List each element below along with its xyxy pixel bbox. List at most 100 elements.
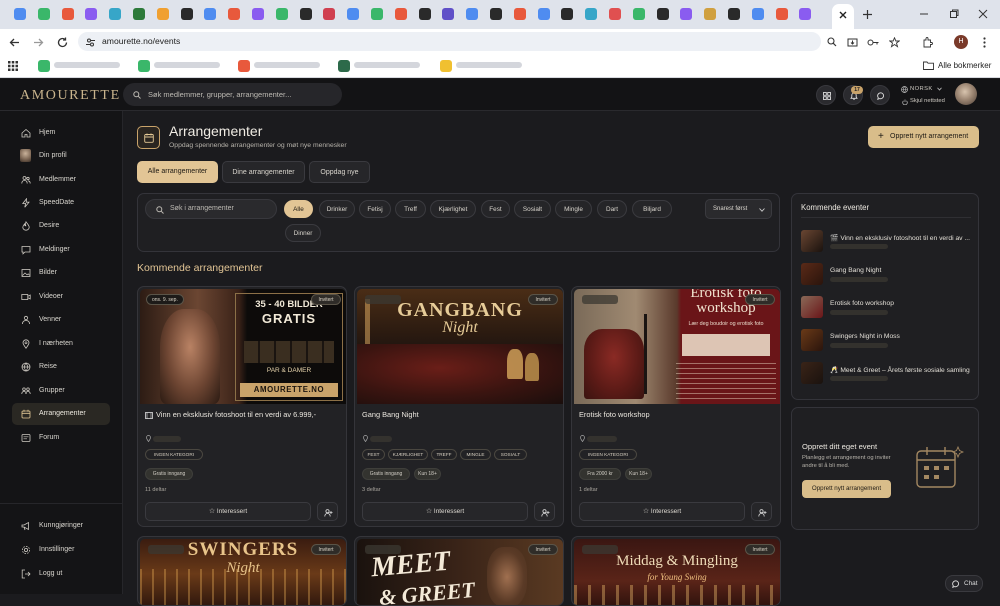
filter-chip[interactable]: Alle — [284, 200, 313, 218]
browser-menu-icon[interactable] — [980, 36, 988, 48]
event-card[interactable]: Erotisk foto workshop Lær deg boudoir og… — [571, 286, 781, 527]
chevron-down-icon[interactable] — [936, 86, 942, 92]
tab-favicon[interactable] — [561, 8, 574, 20]
apps-button[interactable] — [816, 85, 836, 105]
tab-favicon[interactable] — [371, 8, 383, 20]
tab-favicon[interactable] — [133, 8, 145, 20]
invite-user-button[interactable] — [317, 502, 338, 521]
tab-favicon[interactable] — [61, 8, 74, 20]
filter-chip[interactable]: Treff — [395, 200, 426, 218]
sidebar-item[interactable]: Videoer — [12, 286, 110, 308]
filter-chip[interactable]: Drinker — [319, 200, 355, 218]
apps-grid-icon[interactable] — [7, 60, 18, 71]
tab-favicon[interactable] — [799, 8, 812, 20]
tab-favicon[interactable] — [513, 8, 526, 20]
sidebar-item[interactable]: Arrangementer — [12, 403, 110, 425]
tab-favicon[interactable] — [109, 8, 122, 20]
reload-icon[interactable] — [56, 36, 68, 48]
sidebar-item[interactable]: Reise — [12, 356, 110, 378]
tab-my-events[interactable]: Dine arrangementer — [222, 161, 305, 183]
tab-favicon[interactable] — [466, 8, 479, 20]
upcoming-event-item[interactable]: 🥂 Meet & Greet – Årets første sosiale sam… — [801, 362, 971, 384]
sidebar-bottom-item[interactable]: Kunngjøringer — [12, 515, 110, 537]
tab-favicon[interactable] — [632, 8, 645, 20]
event-title[interactable]: Vinn en eksklusiv fotoshoot til en verdi… — [156, 410, 316, 419]
tab-favicon[interactable] — [275, 8, 288, 20]
tab-favicon[interactable] — [775, 8, 788, 20]
create-panel-button[interactable]: Opprett nytt arrangement — [802, 480, 891, 498]
filter-chip[interactable]: Mingle — [555, 200, 592, 218]
tab-favicon[interactable] — [609, 8, 621, 20]
upcoming-event-item[interactable]: Erotisk foto workshop — [801, 296, 971, 318]
sidebar-bottom-item[interactable]: Logg ut — [12, 563, 110, 585]
sidebar-item[interactable]: Hjem — [12, 122, 110, 144]
bookmark-favicon[interactable] — [338, 60, 350, 72]
sort-select[interactable]: Snarest først — [705, 199, 772, 219]
sidebar-item[interactable]: Din profil — [12, 145, 110, 167]
filter-chip[interactable]: Biljard — [632, 200, 672, 218]
extensions-icon[interactable] — [921, 36, 933, 48]
tab-favicon[interactable] — [394, 8, 407, 20]
tab-favicon[interactable] — [680, 8, 693, 20]
sidebar-item[interactable]: Bilder — [12, 262, 110, 284]
global-search-input[interactable]: Søk medlemmer, grupper, arrangementer... — [123, 83, 342, 106]
tab-all-events[interactable]: Alle arrangementer — [137, 161, 218, 183]
event-card[interactable]: 35 - 40 BILDER GRATIS PAR & DAMER AMOURE… — [137, 286, 347, 527]
invite-user-button[interactable] — [751, 502, 772, 521]
tab-favicon[interactable] — [656, 8, 669, 20]
interested-button[interactable]: ☆ Interessert — [145, 502, 311, 521]
upcoming-event-item[interactable]: Gang Bang Night — [801, 263, 971, 285]
tab-favicon[interactable] — [751, 8, 764, 20]
filter-chip[interactable]: Kjærlighet — [430, 200, 476, 218]
chat-button[interactable]: Chat — [945, 575, 983, 592]
interested-button[interactable]: ☆ Interessert — [579, 502, 745, 521]
restore-icon[interactable] — [948, 9, 960, 19]
all-bookmarks-label[interactable]: Alle bokmerker — [938, 61, 991, 70]
upcoming-event-item[interactable]: 🎬 Vinn en eksklusiv fotoshoot til en verd… — [801, 230, 971, 252]
bookmark-redacted-label[interactable] — [254, 62, 320, 68]
user-avatar[interactable] — [955, 83, 977, 105]
sidebar-item[interactable]: I nærheten — [12, 333, 110, 355]
tab-favicon[interactable] — [156, 8, 169, 20]
minimize-icon[interactable] — [918, 9, 930, 19]
tab-favicon[interactable] — [323, 8, 336, 20]
bookmark-favicon[interactable] — [440, 60, 452, 72]
tab-favicon[interactable] — [418, 8, 431, 20]
bookmark-redacted-label[interactable] — [456, 62, 522, 68]
upcoming-event-item[interactable]: Swingers Night in Moss — [801, 329, 971, 351]
tab-favicon[interactable] — [442, 8, 455, 20]
filter-chip[interactable]: Dinner — [285, 224, 321, 242]
logo[interactable]: AMOURETTE — [20, 88, 121, 104]
tab-favicon[interactable] — [537, 8, 550, 20]
filter-chip[interactable]: Fetisj — [359, 200, 391, 218]
new-tab-icon[interactable] — [862, 9, 872, 19]
sidebar-item[interactable]: Medlemmer — [12, 169, 110, 191]
bookmark-favicon[interactable] — [138, 60, 150, 72]
event-card[interactable]: SWINGERS Night Invitert — [137, 536, 347, 606]
hide-site-link[interactable]: Skjul nettsted — [910, 98, 945, 104]
url-field[interactable]: amourette.no/events — [78, 32, 836, 51]
invite-user-button[interactable] — [534, 502, 555, 521]
tab-discover[interactable]: Oppdag nye — [309, 161, 370, 183]
filter-chip[interactable]: Sosialt — [514, 200, 551, 218]
sidebar-item[interactable]: Forum — [12, 427, 110, 449]
tab-favicon[interactable] — [728, 8, 740, 20]
sidebar-item[interactable]: Grupper — [12, 380, 110, 402]
sidebar-bottom-item[interactable]: Innstillinger — [12, 539, 110, 561]
bookmark-star-icon[interactable] — [888, 36, 900, 48]
password-key-icon[interactable] — [867, 36, 879, 48]
active-tab[interactable] — [832, 4, 854, 29]
bookmark-redacted-label[interactable] — [154, 62, 220, 68]
event-search-input[interactable]: Søk i arrangementer — [145, 199, 277, 219]
sidebar-item[interactable]: Meldinger — [12, 239, 110, 261]
tab-favicon[interactable] — [299, 8, 312, 20]
bookmark-favicon[interactable] — [38, 60, 50, 72]
tab-favicon[interactable] — [585, 8, 598, 20]
close-window-icon[interactable] — [977, 9, 989, 19]
tab-favicon[interactable] — [180, 8, 193, 20]
event-card[interactable]: GANGBANG Night Invitert Gang Bang Night … — [354, 286, 564, 527]
sidebar-item[interactable]: Venner — [12, 309, 110, 331]
tab-favicon[interactable] — [490, 8, 502, 20]
event-card[interactable]: MEET & GREET Invitert — [354, 536, 564, 606]
close-tab-icon[interactable] — [838, 10, 848, 20]
